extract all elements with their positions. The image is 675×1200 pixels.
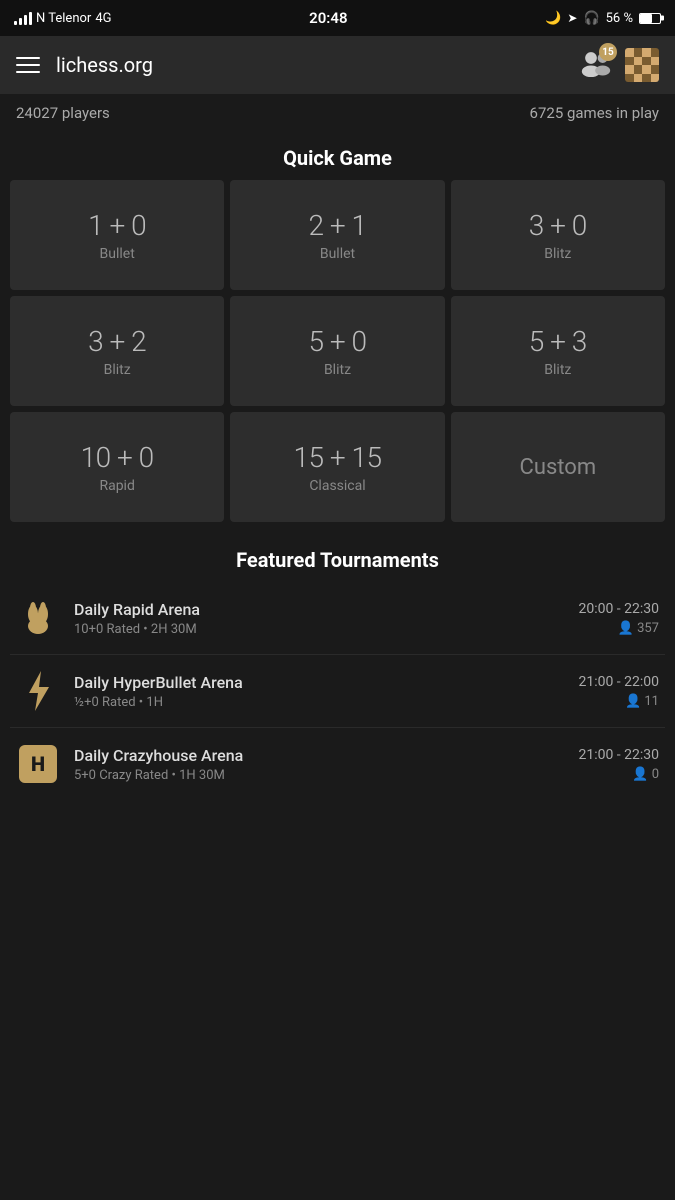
tournament-item[interactable]: H Daily Crazyhouse Arena 5+0 Crazy Rated •… [10,728,665,800]
game-tile-time: 15 + 15 [293,441,381,474]
friends-button[interactable]: 15 [581,49,611,81]
tournament-name: Daily Rapid Arena [74,600,564,619]
chess-cell [642,65,651,74]
moon-icon: 🌙 [545,11,561,26]
stats-bar: 24027 players 6725 games in play [0,94,675,132]
players-count: 24027 players [16,104,110,122]
game-tile-type: Blitz [104,362,131,378]
tournament-meta: ½+0 Rated • 1H [74,695,564,710]
chess-cell [651,48,660,57]
tournament-info: Daily HyperBullet Arena ½+0 Rated • 1H [74,673,564,710]
chess-cell [634,74,643,83]
game-tile-type: Classical [309,478,365,494]
hamburger-menu[interactable] [16,57,40,73]
battery-fill [640,14,652,23]
chess-cell [651,74,660,83]
chess-cell [625,65,634,74]
game-tile[interactable]: 10 + 0 Rapid [10,412,224,522]
chess-cell [625,48,634,57]
game-tile[interactable]: 5 + 0 Blitz [230,296,444,406]
game-tile[interactable]: 5 + 3 Blitz [451,296,665,406]
chess-cell [634,65,643,74]
game-tile-custom-label: Custom [520,455,597,480]
chess-cell [642,74,651,83]
carrier-label: N Telenor [36,11,91,26]
navbar: lichess.org 15 [0,36,675,94]
tournament-players: 👤 0 [578,767,659,782]
signal-bars [14,11,32,25]
tournament-item[interactable]: Daily HyperBullet Arena ½+0 Rated • 1H 21:… [10,655,665,728]
tournament-item[interactable]: Daily Rapid Arena 10+0 Rated • 2H 30M 20:0… [10,582,665,655]
tournament-right: 21:00 - 22:30 👤 0 [578,747,659,782]
tournament-right: 21:00 - 22:00 👤 11 [578,674,659,709]
game-tile-type: Bullet [100,246,135,262]
game-tile-time: 10 + 0 [81,441,154,474]
headphone-icon: 🎧 [583,11,599,26]
tournament-info: Daily Rapid Arena 10+0 Rated • 2H 30M [74,600,564,637]
battery-icon [639,13,661,24]
navbar-left: lichess.org [16,53,153,77]
quick-game-grid: 1 + 0 Bullet 2 + 1 Bullet 3 + 0 Blitz 3 + 2 Bli… [0,180,675,532]
status-right: 🌙 ➤ 🎧 56 % [545,11,661,26]
tournament-list: Daily Rapid Arena 10+0 Rated • 2H 30M 20:0… [0,582,675,800]
game-tile-type: Rapid [99,478,134,494]
chess-cell [634,57,643,66]
hamburger-line-2 [16,64,40,66]
network-label: 4G [95,11,111,26]
tournament-players: 👤 357 [578,621,659,636]
game-tile[interactable]: 3 + 2 Blitz [10,296,224,406]
status-left: N Telenor 4G [14,11,112,26]
game-tile-time: 3 + 0 [529,209,587,242]
navbar-right: 15 [581,48,659,82]
game-tile-time: 3 + 2 [88,325,146,358]
game-tile-time: 1 + 0 [88,209,146,242]
tournament-players: 👤 11 [578,694,659,709]
game-tile-time: 5 + 3 [529,325,587,358]
chessboard-button[interactable] [625,48,659,82]
crazyhouse-icon: H [16,742,60,786]
tournament-time: 21:00 - 22:30 [578,747,659,763]
tournament-right: 20:00 - 22:30 👤 357 [578,601,659,636]
tournament-name: Daily HyperBullet Arena [74,673,564,692]
game-tile-type: Bullet [320,246,355,262]
tournament-info: Daily Crazyhouse Arena 5+0 Crazy Rated • … [74,746,564,783]
chess-cell [651,65,660,74]
featured-tournaments-title: Featured Tournaments [0,532,675,582]
chess-cell [625,57,634,66]
game-tile-type: Blitz [544,362,571,378]
games-count: 6725 games in play [530,104,659,122]
game-tile-type: Blitz [544,246,571,262]
friends-badge: 15 [599,43,617,61]
hamburger-line-1 [16,57,40,59]
bolt-icon [16,669,60,713]
time-display: 20:48 [309,9,347,27]
game-tile[interactable]: 2 + 1 Bullet [230,180,444,290]
status-bar: N Telenor 4G 20:48 🌙 ➤ 🎧 56 % [0,0,675,36]
chess-cell [642,57,651,66]
game-tile-time: 2 + 1 [308,209,366,242]
tournament-name: Daily Crazyhouse Arena [74,746,564,765]
game-tile[interactable]: 1 + 0 Bullet [10,180,224,290]
chess-cell [634,48,643,57]
quick-game-title: Quick Game [0,132,675,180]
tournament-meta: 5+0 Crazy Rated • 1H 30M [74,768,564,783]
location-icon: ➤ [567,11,577,25]
tournament-time: 20:00 - 22:30 [578,601,659,617]
tournament-time: 21:00 - 22:00 [578,674,659,690]
tournament-meta: 10+0 Rated • 2H 30M [74,622,564,637]
game-tile-time: 5 + 0 [308,325,366,358]
chess-cell [625,74,634,83]
chess-cell [651,57,660,66]
battery-percent: 56 % [606,11,633,26]
hamburger-line-3 [16,71,40,73]
rabbit-icon [16,596,60,640]
game-tile[interactable]: 3 + 0 Blitz [451,180,665,290]
chess-cell [642,48,651,57]
game-tile[interactable]: 15 + 15 Classical [230,412,444,522]
game-tile[interactable]: Custom [451,412,665,522]
house-badge: H [19,745,57,783]
game-tile-type: Blitz [324,362,351,378]
navbar-title: lichess.org [56,53,153,77]
